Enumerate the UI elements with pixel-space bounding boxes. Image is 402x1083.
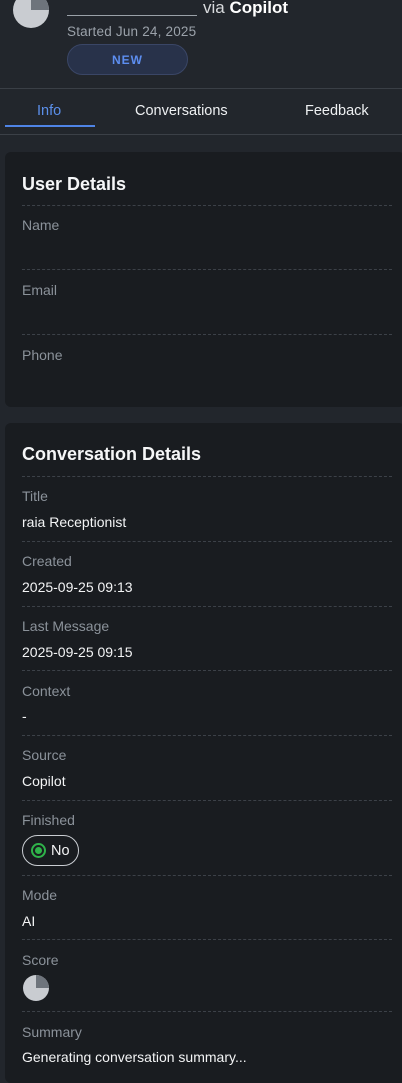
divider	[22, 800, 392, 801]
tab-feedback[interactable]: Feedback	[305, 103, 369, 119]
via-label: via	[203, 0, 225, 17]
title-value: raia Receptionist	[22, 514, 127, 530]
source-value: Copilot	[22, 773, 66, 789]
context-value: -	[22, 708, 27, 724]
started-date: Started Jun 24, 2025	[67, 24, 197, 39]
mode-value: AI	[22, 913, 36, 929]
status-dot-icon	[31, 843, 46, 858]
divider	[22, 334, 392, 335]
user-details-card: User Details Name Email Phone	[5, 152, 402, 407]
finished-value: No	[51, 842, 70, 859]
email-label: Email	[22, 282, 58, 298]
last-message-label: Last Message	[22, 618, 110, 634]
divider	[22, 875, 392, 876]
divider	[22, 939, 392, 940]
conversation-details-title: Conversation Details	[22, 444, 202, 464]
phone-label: Phone	[22, 347, 63, 363]
divider	[22, 606, 392, 607]
finished-status-pill: No	[22, 835, 79, 866]
divider	[22, 541, 392, 542]
tab-info[interactable]: Info	[37, 103, 61, 119]
divider	[22, 269, 392, 270]
avatar-pie-icon	[13, 0, 49, 28]
conversation-details-card: Conversation Details Title raia Receptio…	[5, 423, 402, 1083]
active-tab-indicator	[5, 125, 95, 127]
created-value: 2025-09-25 09:13	[22, 579, 133, 595]
last-message-value: 2025-09-25 09:15	[22, 644, 133, 660]
conversation-header: via Copilot Started Jun 24, 2025 NEW	[0, 0, 402, 88]
user-title-line: via Copilot	[67, 0, 288, 18]
divider	[22, 735, 392, 736]
user-details-title: User Details	[22, 174, 127, 194]
score-pie-icon	[23, 975, 49, 1001]
created-label: Created	[22, 553, 72, 569]
summary-value: Generating conversation summary...	[22, 1049, 247, 1065]
divider	[22, 1011, 392, 1012]
tab-conversations[interactable]: Conversations	[135, 103, 228, 119]
tab-bar: Info Conversations Feedback	[0, 89, 402, 135]
score-label: Score	[22, 952, 59, 968]
finished-label: Finished	[22, 812, 75, 828]
redacted-username	[67, 0, 197, 16]
title-label: Title	[22, 488, 48, 504]
mode-label: Mode	[22, 887, 58, 903]
channel-name: Copilot	[229, 0, 289, 17]
source-label: Source	[22, 747, 67, 763]
summary-label: Summary	[22, 1024, 82, 1040]
context-label: Context	[22, 683, 71, 699]
status-badge[interactable]: NEW	[67, 44, 188, 75]
divider	[22, 205, 392, 206]
divider	[22, 670, 392, 671]
divider	[22, 476, 392, 477]
name-label: Name	[22, 217, 60, 233]
